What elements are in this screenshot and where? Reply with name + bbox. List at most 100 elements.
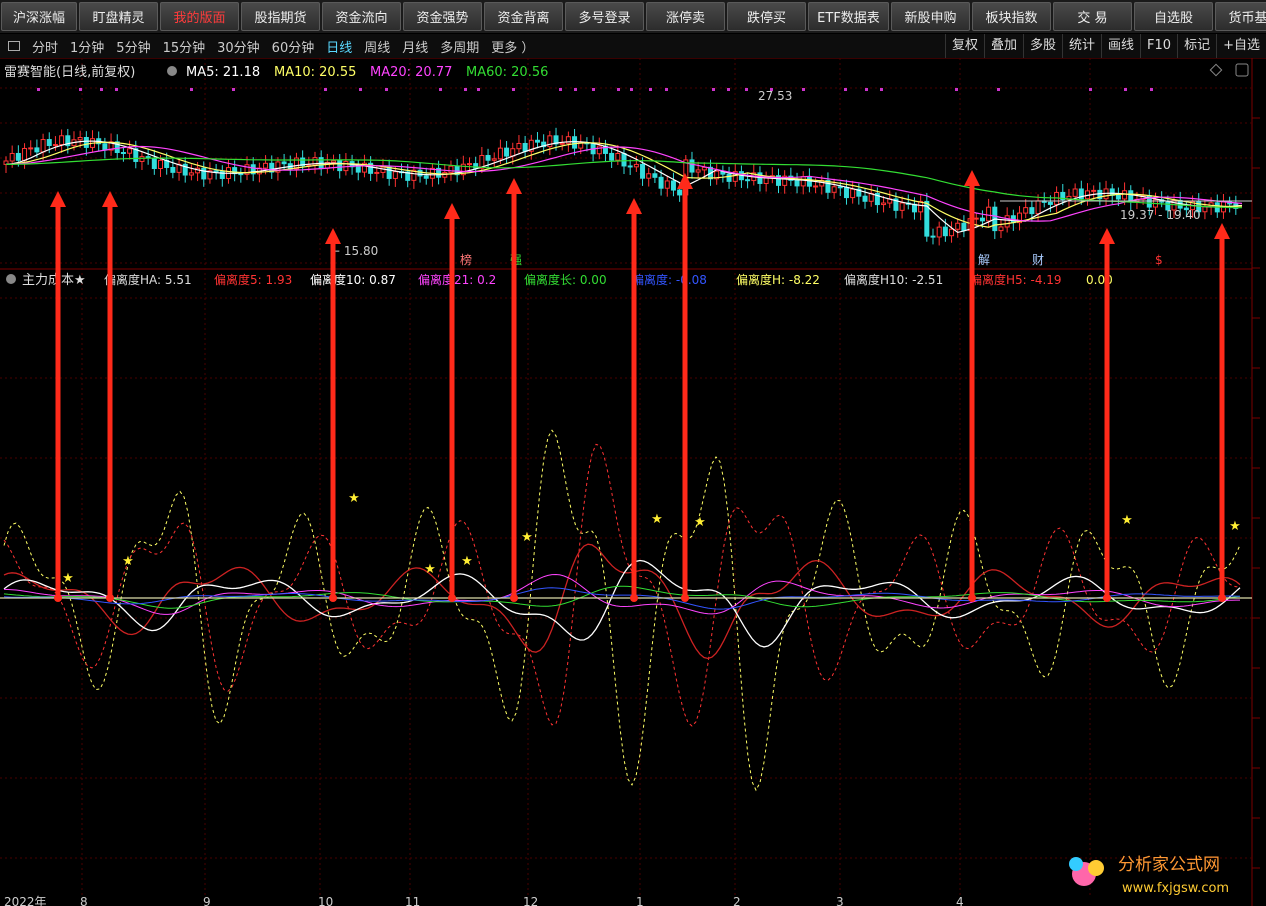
event-dot	[574, 88, 577, 91]
top-button-1[interactable]: 盯盘精灵	[79, 2, 158, 31]
tool-0[interactable]: 复权	[944, 34, 984, 58]
candle-body	[615, 152, 621, 161]
x-axis-label-8: 3	[836, 895, 844, 906]
period-tab-5[interactable]: 60分钟	[272, 37, 315, 56]
top-button-4[interactable]: 资金流向	[322, 2, 401, 31]
top-button-14[interactable]: 自选股	[1134, 2, 1213, 31]
candle-body	[52, 144, 58, 147]
candle-body	[911, 203, 917, 213]
period-tab-6[interactable]: 日线	[326, 37, 352, 56]
top-button-13[interactable]: 交 易	[1053, 2, 1132, 31]
tool-3[interactable]: 统计	[1062, 34, 1101, 58]
event-dot	[592, 88, 595, 91]
top-button-15[interactable]: 货币基金	[1215, 2, 1266, 31]
top-button-2[interactable]: 我的版面	[160, 2, 239, 31]
x-axis-label-1: 8	[80, 895, 88, 906]
panel-toggle-icon[interactable]	[8, 41, 20, 51]
candle-body	[572, 136, 578, 149]
tool-7[interactable]: +自选	[1216, 34, 1266, 58]
period-tab-2[interactable]: 5分钟	[116, 37, 150, 56]
candle-body	[763, 177, 769, 184]
period-tab-9[interactable]: 多周期	[440, 37, 479, 56]
signal-dot-2	[329, 594, 337, 602]
candle-body	[40, 139, 46, 153]
tool-1[interactable]: 叠加	[983, 34, 1023, 58]
x-axis-label-6: 1	[636, 895, 644, 906]
event-dot	[464, 88, 467, 91]
candle-body	[1023, 207, 1029, 214]
candle-body	[596, 145, 602, 155]
top-button-11[interactable]: 新股申购	[891, 2, 970, 31]
watermark-title: 分析家公式网	[1118, 855, 1220, 875]
tool-5[interactable]: F10	[1140, 34, 1177, 58]
high-price-label: 27.53	[758, 89, 792, 103]
top-button-6[interactable]: 资金背离	[484, 2, 563, 31]
candle-body	[448, 165, 454, 173]
oscillator-yellow-dashed	[3, 429, 1241, 792]
signal-arrow-head-9	[1214, 223, 1230, 239]
period-tab-4[interactable]: 30分钟	[217, 37, 260, 56]
candle-body	[1202, 205, 1208, 213]
candle-body	[46, 139, 52, 147]
event-dot	[324, 88, 327, 91]
candle-body	[1029, 207, 1035, 215]
indicator-settings-icon	[6, 274, 16, 284]
event-dot	[617, 88, 620, 91]
candle-body	[423, 175, 429, 179]
candle-body	[28, 147, 34, 150]
candle-body	[899, 202, 905, 211]
candle-body	[942, 226, 948, 237]
signal-dot-8	[1103, 594, 1111, 602]
candle-body	[862, 195, 868, 202]
period-tab-10[interactable]: 更多 ）	[491, 37, 534, 56]
signal-star-4: ★	[461, 554, 473, 569]
period-tab-3[interactable]: 15分钟	[163, 37, 206, 56]
stock-chart[interactable]: 雷赛智能(日线,前复权) MA5: 21.18 MA10: 20.55 MA20: 2…	[0, 58, 1266, 906]
signal-arrow-head-5	[626, 198, 642, 214]
period-tab-8[interactable]: 月线	[402, 37, 428, 56]
x-axis-label-4: 11	[405, 895, 420, 906]
candle-body	[726, 173, 732, 182]
tool-6[interactable]: 标记	[1177, 34, 1216, 58]
top-button-5[interactable]: 资金强势	[403, 2, 482, 31]
candle-body	[745, 179, 751, 182]
candle-body	[522, 142, 528, 152]
candle-body	[621, 152, 627, 167]
event-dot	[1150, 88, 1153, 91]
period-tab-7[interactable]: 周线	[364, 37, 390, 56]
top-button-3[interactable]: 股指期货	[241, 2, 320, 31]
candle-body	[652, 173, 658, 178]
top-button-10[interactable]: ETF数据表	[808, 2, 889, 31]
event-dot	[37, 88, 40, 91]
candle-body	[355, 166, 361, 173]
tool-2[interactable]: 多股	[1023, 34, 1062, 58]
top-button-8[interactable]: 涨停卖	[646, 2, 725, 31]
event-dot	[844, 88, 847, 91]
candle-body	[9, 152, 15, 162]
candle-body	[949, 228, 955, 237]
period-tab-0[interactable]: 分时	[32, 37, 58, 56]
candle-body	[485, 155, 491, 161]
event-dot	[512, 88, 515, 91]
candle-body	[127, 148, 133, 154]
top-button-0[interactable]: 沪深涨幅	[1, 2, 77, 31]
period-tab-1[interactable]: 1分钟	[70, 37, 104, 56]
candle-body	[609, 152, 615, 161]
candle-body	[664, 180, 670, 189]
stock-title: 雷赛智能(日线,前复权)	[4, 64, 135, 80]
candle-body	[633, 163, 639, 168]
signal-star-5: ★	[521, 530, 533, 545]
top-toolbar: 沪深涨幅 盯盘精灵 我的版面 股指期货 资金流向 资金强势 资金背离 多号登录 涨停卖 跌停买 ET…	[0, 0, 1266, 33]
candle-body	[961, 222, 967, 232]
event-dot	[190, 88, 193, 91]
tool-4[interactable]: 画线	[1101, 34, 1140, 58]
candle-body	[386, 166, 392, 179]
signal-dot-0	[54, 594, 62, 602]
event-dot	[439, 88, 442, 91]
top-button-12[interactable]: 板块指数	[972, 2, 1051, 31]
candle-body	[646, 173, 652, 179]
top-button-7[interactable]: 多号登录	[565, 2, 644, 31]
top-button-9[interactable]: 跌停买	[727, 2, 806, 31]
event-dot	[745, 88, 748, 91]
signal-dot-5	[630, 594, 638, 602]
